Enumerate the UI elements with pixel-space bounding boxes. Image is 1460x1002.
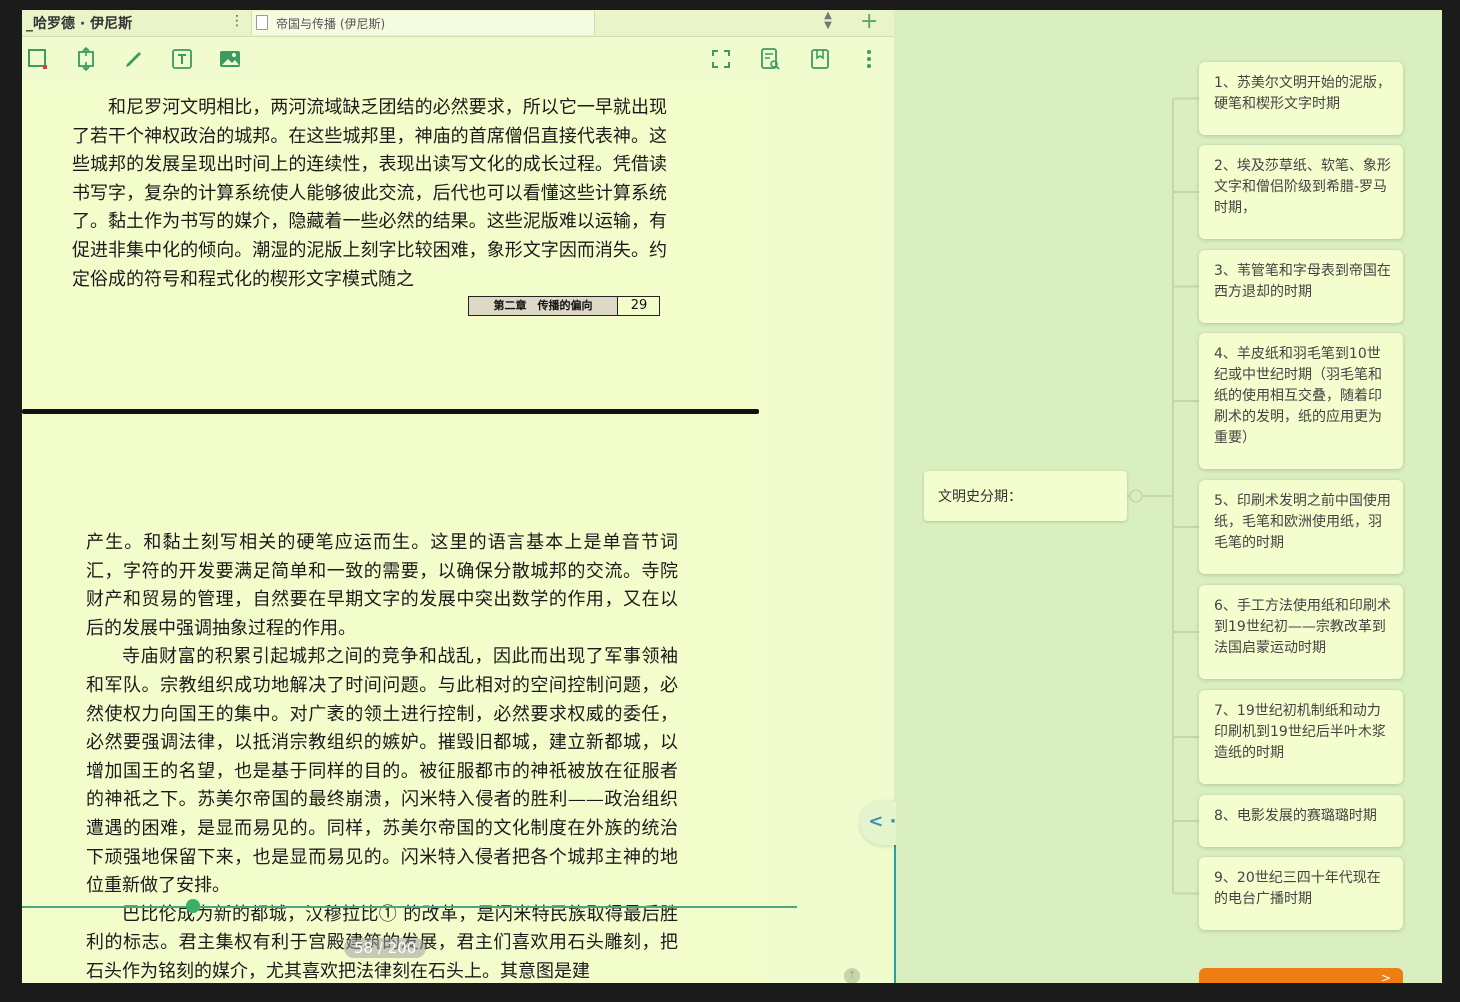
paragraph: 寺庙财富的积累引起城邦之间的竞争和战乱，因此而出现了军事领袖和军队。宗教组织成功…	[86, 646, 678, 897]
mind-map-node[interactable]: 9、20世纪三四十年代现在的电台广播时期	[1199, 857, 1403, 930]
mind-map-node[interactable]: 1、苏美尔文明开始的泥版，硬笔和楔形文字时期	[1199, 62, 1403, 135]
document-title[interactable]: _哈罗德 · 伊尼斯	[26, 13, 132, 33]
node-label: 8、电影发展的赛璐璐时期	[1214, 808, 1377, 824]
node-expand-icon: >	[1380, 971, 1391, 983]
node-label: 7、19世纪初机制纸和动力印刷机到19世纪后半叶木浆造纸的时期	[1214, 703, 1386, 761]
node-label: 3、苇管笔和字母表到帝国在西方退却的时期	[1214, 263, 1391, 300]
bookmark-icon[interactable]	[807, 46, 833, 72]
mind-map-node[interactable]: 2、埃及莎草纸、软笔、象形文字和僧侣阶级到希腊-罗马时期，	[1199, 145, 1403, 239]
reading-progress-track[interactable]	[22, 906, 797, 908]
scroll-to-top-icon[interactable]: ↑	[844, 968, 860, 983]
node-label: 6、手工方法使用纸和印刷术到19世纪初——宗教改革到法国启蒙运动时期	[1214, 598, 1391, 656]
page-text-top: 和尼罗河文明相比，两河流域缺乏团结的必然要求，所以它一早就出现了若干个神权政治的…	[72, 94, 667, 294]
more-vertical-icon[interactable]	[856, 46, 882, 72]
reader-toolbar	[22, 37, 894, 81]
mind-map-node[interactable]: 3、苇管笔和字母表到帝国在西方退却的时期	[1199, 250, 1403, 323]
page-indicator: 58 / 200	[344, 938, 427, 958]
paragraph: 和尼罗河文明相比，两河流域缺乏团结的必然要求，所以它一早就出现了若干个神权政治的…	[72, 97, 667, 290]
node-label: 2、埃及莎草纸、软笔、象形文字和僧侣阶级到希腊-罗马时期，	[1214, 158, 1391, 216]
mind-map-node[interactable]: 5、印刷术发明之前中国使用纸，毛笔和欧洲使用纸，羽毛笔的时期	[1199, 480, 1403, 574]
add-tab-icon[interactable]: +	[860, 10, 878, 34]
pdf-reader-pane: _哈罗德 · 伊尼斯 ⋮ 帝国与传播 (伊尼斯) ▲ ▼ + 和尼罗河文明相比，…	[22, 10, 894, 983]
mind-map-pane: 文明史分期： 1、苏美尔文明开始的泥版，硬笔和楔形文字时期 2、埃及莎草纸、软笔…	[896, 10, 1442, 983]
file-icon	[256, 15, 268, 30]
page-break-rule	[22, 409, 759, 414]
node-label: 9、20世纪三四十年代现在的电台广播时期	[1214, 870, 1381, 907]
search-document-icon[interactable]	[757, 46, 783, 72]
footer-chapter-title: 第二章 传播的偏向	[469, 297, 618, 315]
tab-switch-icon[interactable]: ▲ ▼	[819, 11, 837, 33]
tab-menu-icon[interactable]: ⋮	[230, 12, 244, 32]
root-node-label: 文明史分期：	[938, 489, 1022, 505]
fullscreen-icon[interactable]	[708, 46, 734, 72]
select-region-icon[interactable]	[25, 46, 51, 72]
paragraph: 产生。和黏土刻写相关的硬笔应运而生。这里的语言基本上是单音节词汇，字符的开发要满…	[86, 532, 678, 639]
mind-map-root-node[interactable]: 文明史分期：	[924, 471, 1127, 521]
document-page[interactable]: 和尼罗河文明相比，两河流域缺乏团结的必然要求，所以它一早就出现了若干个神权政治的…	[22, 81, 767, 983]
mind-map-node[interactable]: 7、19世纪初机制纸和动力印刷机到19世纪后半叶木浆造纸的时期	[1199, 690, 1403, 784]
app-window: _哈罗德 · 伊尼斯 ⋮ 帝国与传播 (伊尼斯) ▲ ▼ + 和尼罗河文明相比，…	[22, 10, 1442, 983]
image-icon[interactable]	[217, 46, 243, 72]
tab-bar: _哈罗德 · 伊尼斯 ⋮ 帝国与传播 (伊尼斯) ▲ ▼ +	[22, 10, 894, 37]
tab-label: 帝国与传播 (伊尼斯)	[276, 17, 386, 31]
page-text-bottom: 产生。和黏土刻写相关的硬笔应运而生。这里的语言基本上是单音节词汇，字符的开发要满…	[86, 529, 678, 983]
mind-map-node[interactable]: 4、羊皮纸和羽毛笔到10世纪或中世纪时期（羽毛笔和纸的使用相互交叠，随着印刷术的…	[1199, 333, 1403, 469]
footer-page-number: 29	[630, 298, 648, 313]
mind-map-node[interactable]: 8、电影发展的赛璐璐时期	[1199, 795, 1403, 847]
crop-icon[interactable]	[73, 46, 99, 72]
collapse-toggle-icon	[1129, 489, 1143, 503]
reading-progress-handle[interactable]	[186, 899, 200, 913]
running-footer: 第二章 传播的偏向 29	[468, 296, 660, 316]
node-label: 5、印刷术发明之前中国使用纸，毛笔和欧洲使用纸，羽毛笔的时期	[1214, 493, 1391, 551]
tab-document[interactable]: 帝国与传播 (伊尼斯)	[251, 11, 595, 35]
pen-icon[interactable]	[121, 46, 147, 72]
node-label: 4、羊皮纸和羽毛笔到10世纪或中世纪时期（羽毛笔和纸的使用相互交叠，随着印刷术的…	[1214, 346, 1382, 446]
mind-map-node[interactable]: 6、手工方法使用纸和印刷术到19世纪初——宗教改革到法国启蒙运动时期	[1199, 585, 1403, 679]
node-label: 1、苏美尔文明开始的泥版，硬笔和楔形文字时期	[1214, 75, 1391, 112]
text-box-icon[interactable]	[169, 46, 195, 72]
mind-map-node-partial[interactable]: >	[1199, 968, 1403, 983]
